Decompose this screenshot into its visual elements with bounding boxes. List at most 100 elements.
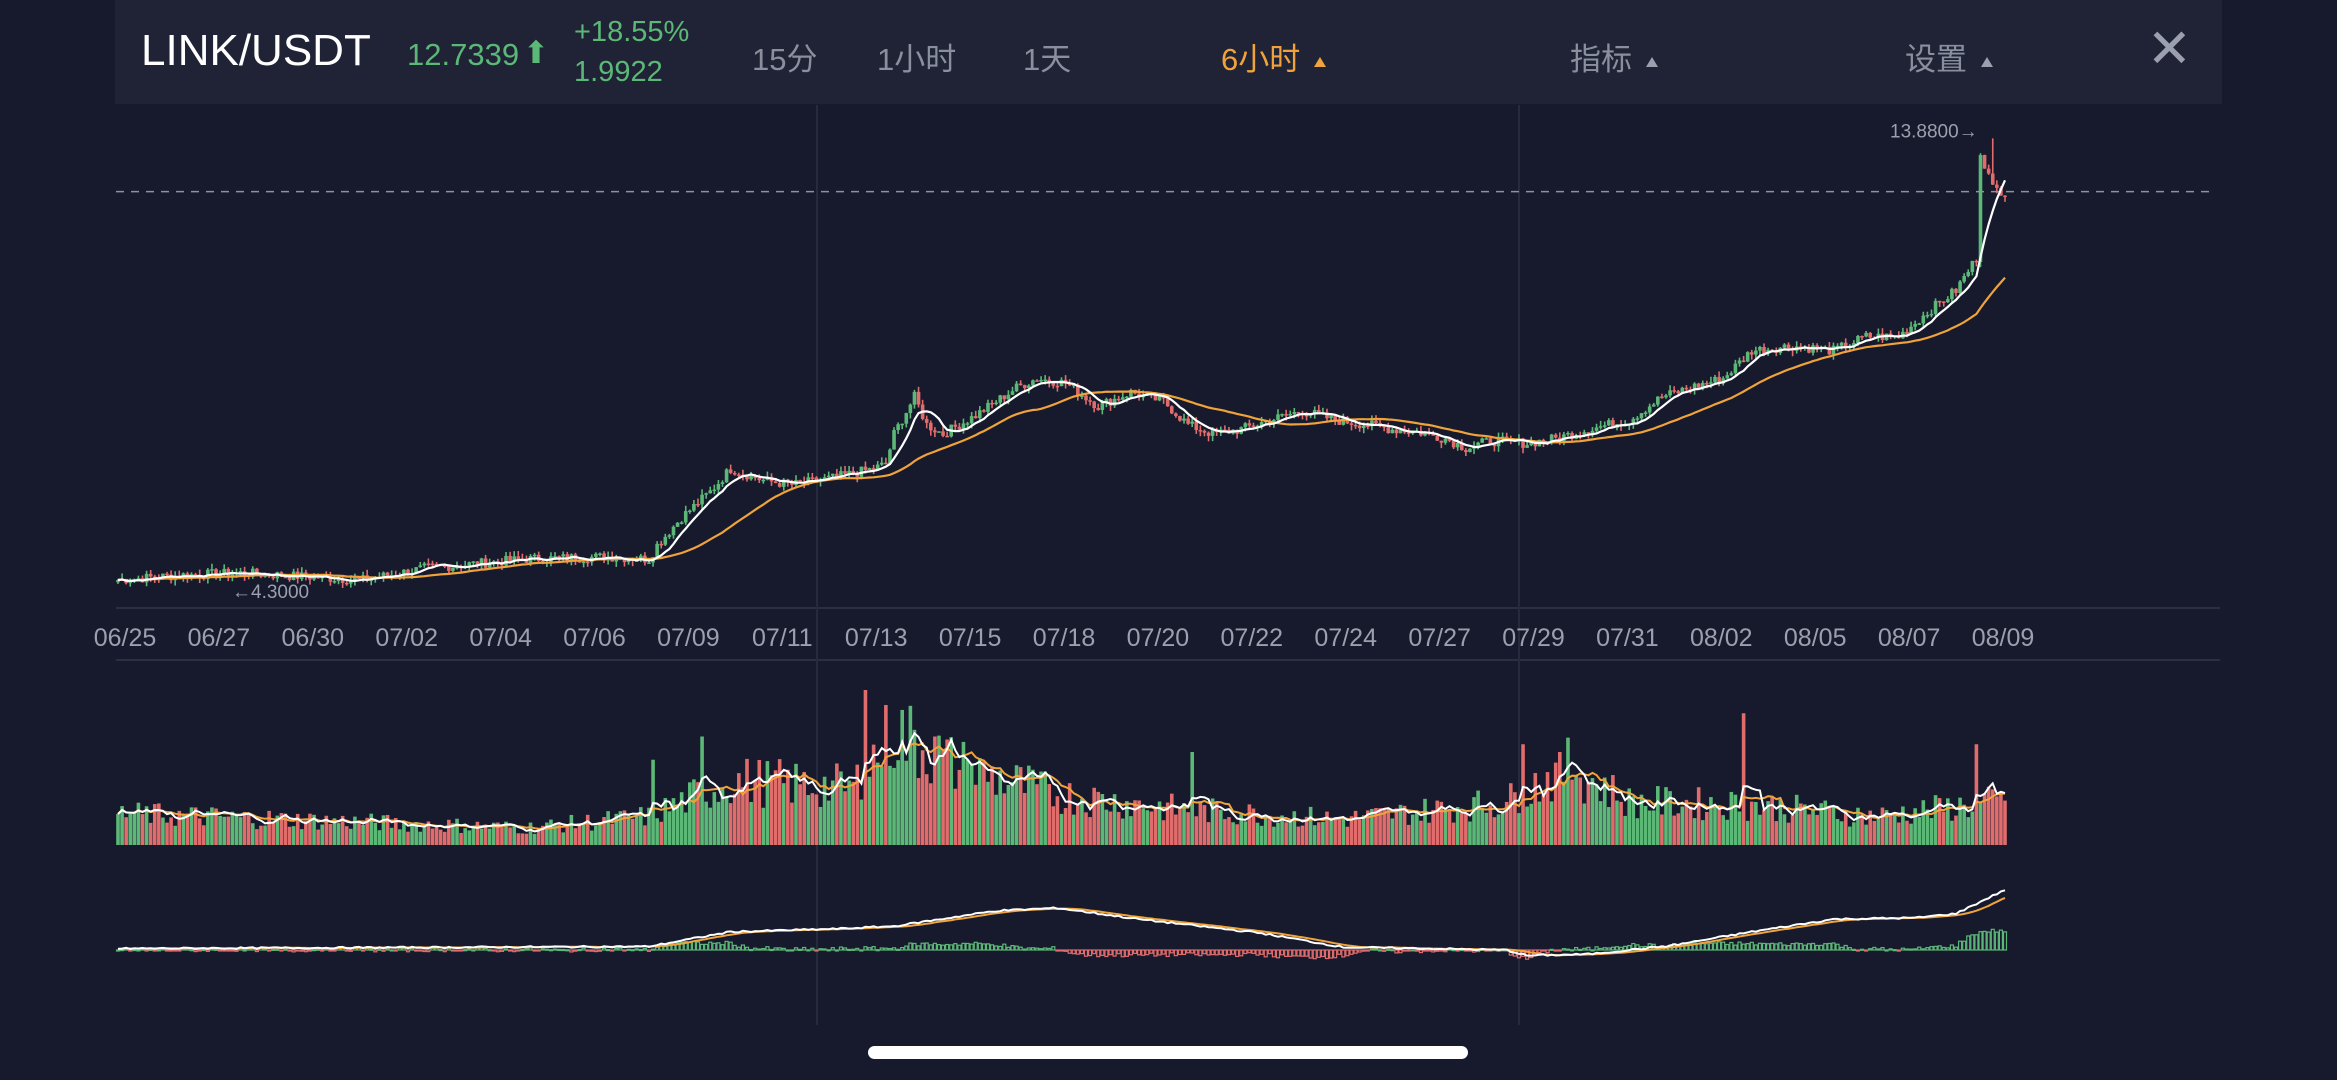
macd-bar [168,949,174,952]
volume-bar [238,817,243,845]
macd-bar [1725,943,1730,951]
volume-bar [1390,818,1395,845]
macd-bar [262,948,268,951]
macd-bar [193,949,198,953]
candle-body [982,410,986,412]
macd-bar [908,942,913,951]
macd-bar [1087,949,1093,957]
volume-bar [1917,817,1922,845]
macd-bar [847,948,852,952]
macd-bar [446,947,451,951]
macd-bar [1884,949,1889,952]
macd-bar [1904,948,1910,951]
candle-body [2003,195,2007,198]
candle-body [426,563,431,566]
volume-bar [1619,801,1623,845]
candle-body [1929,313,1934,316]
volume-bar [1043,771,1047,845]
volume-bar [1500,812,1505,845]
volume-bar [610,823,615,845]
volume-bar [790,802,794,845]
volume-bar [888,765,892,845]
volume-bar [855,764,860,845]
macd-bar [119,949,125,952]
candle-body [696,503,700,506]
volume-bar [1455,807,1460,845]
candle-body [1010,391,1015,395]
candle-body [1713,376,1717,383]
candle-body [1276,414,1280,421]
macd-bar [1929,946,1934,951]
volume-bar [892,767,896,845]
volume-bar [136,802,141,845]
candle-body [941,431,945,436]
macd-bar [344,949,349,952]
macd-bar [695,941,701,951]
candle-body [1986,168,1991,174]
macd-bar [1549,948,1554,951]
macd-bar [1876,948,1881,951]
macd-bar [851,948,856,951]
volume-bar [222,816,226,845]
volume-bar [916,778,921,845]
volume-bar [1664,787,1668,845]
macd-bar [1390,949,1395,952]
macd-bar [1337,949,1342,955]
macd-bar [1541,949,1546,952]
macd-bar [810,947,815,951]
candle-body [937,431,941,433]
volume-bar [965,759,970,845]
macd-bar [442,949,447,953]
macd-bar [1974,934,1979,951]
volume-bar [1578,777,1583,845]
candle-body [863,466,868,470]
macd-bar [1872,946,1877,951]
candle-body [385,572,390,576]
candle-body [1055,385,1060,388]
candle-body [843,471,847,474]
macd-bar [1177,949,1183,956]
volume-bar [765,761,770,845]
macd-bar [875,949,880,952]
macd-bar [887,948,893,951]
volume-bar [1333,817,1337,845]
macd-bar [1610,946,1615,951]
macd-bar [1006,946,1011,951]
macd-bar [1382,949,1387,952]
macd-bar [1157,949,1162,956]
candles [116,138,2007,588]
volume-bar [1022,792,1027,845]
candle-body [1182,418,1186,421]
volume-bar [528,822,533,845]
macd-bar [712,942,717,951]
volume-bar [406,831,410,845]
macd-bar [838,946,844,951]
macd-bar [1210,949,1215,956]
macd-bar [1112,949,1117,957]
macd-bar [1047,947,1052,951]
volume-bar [1492,817,1497,845]
macd-bar [1774,943,1779,951]
volume-bar [1970,811,1975,845]
macd-bar [793,947,799,951]
macd-bar [1296,949,1301,957]
volume-bar [1549,801,1554,845]
volume-bar [1308,806,1313,845]
macd-bar [471,949,476,952]
macd-bar [650,948,656,951]
macd-bar [1753,944,1758,951]
macd-bar [1855,949,1861,952]
volume-bar [250,823,255,845]
macd-bar [1810,942,1816,951]
candle-body [585,561,590,564]
volume-bar [1133,800,1137,845]
macd-bar [634,948,639,951]
volume-bar [1459,812,1464,845]
macd-bar [822,948,827,951]
volume-bar [483,824,488,845]
volume-bar [357,820,361,845]
volume-bar [263,825,267,845]
volume-bar [986,781,990,845]
macd-bar [932,942,937,951]
volume-bar [1762,809,1766,845]
